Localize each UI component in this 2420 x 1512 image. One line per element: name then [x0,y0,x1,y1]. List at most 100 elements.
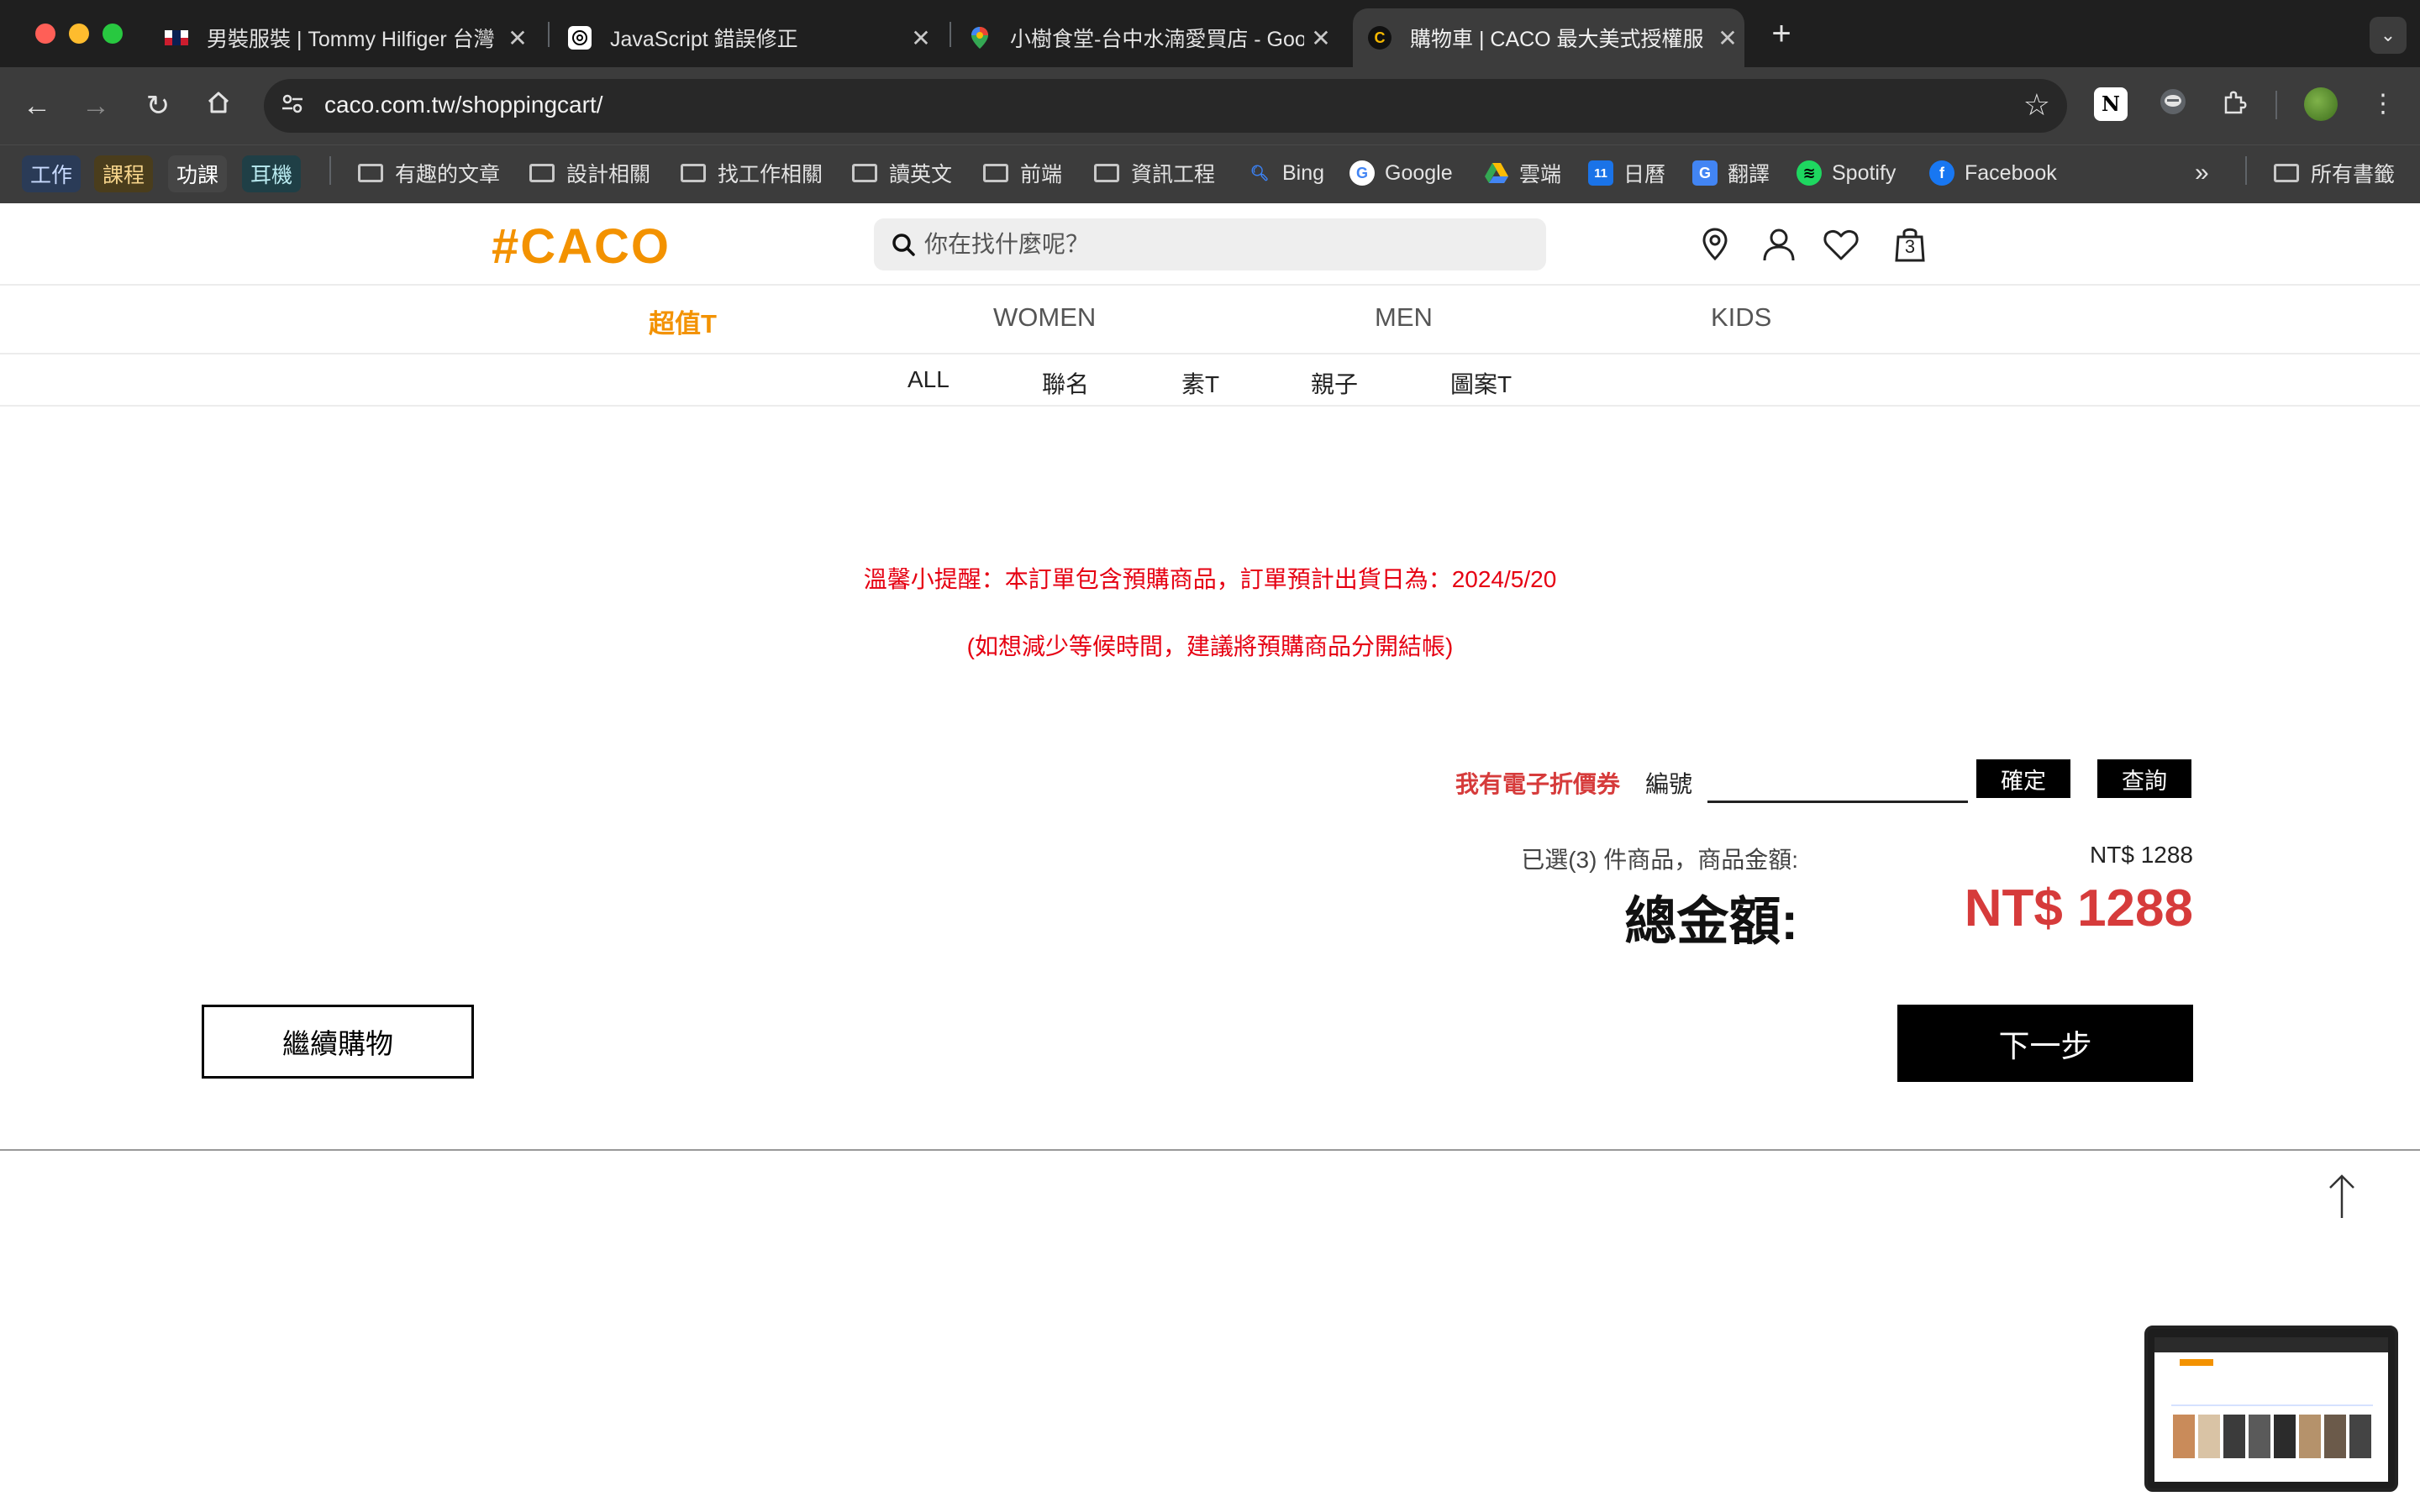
search-input[interactable] [924,218,1529,270]
profile-avatar[interactable] [2304,87,2338,121]
caco-logo[interactable]: #CACO [492,218,671,275]
site-settings-icon[interactable] [277,91,308,121]
bookmark-separator [329,156,331,185]
search-box [874,218,1546,270]
notion-icon[interactable]: N [2094,87,2128,121]
folder-label: 設計相關 [566,163,651,186]
all-bookmarks-button[interactable]: 所有書籤 [2274,156,2395,190]
bookmark-calendar[interactable]: 11 日曆 [1588,156,1665,190]
home-button[interactable] [198,86,239,126]
folder-icon [358,164,383,182]
close-tab-icon[interactable]: ✕ [1711,24,1744,52]
close-tab-icon[interactable]: ✕ [1304,24,1338,52]
close-tab-icon[interactable]: ✕ [904,24,938,52]
tab-title: 購物車 | CACO 最大美式授權服 [1410,28,1704,51]
tab-caco-cart[interactable]: C 購物車 | CACO 最大美式授權服 ✕ [1353,8,1744,67]
bookmark-spotify[interactable]: ≋ Spotify [1797,156,1896,190]
reload-button[interactable]: ↻ [138,86,178,126]
folder-label: 找工作相關 [718,163,823,186]
sub-nav: ALL 聯名 素T 親子 圖案T [0,354,2420,407]
folder-icon [983,164,1008,182]
subnav-plain-tees[interactable]: 素T [1181,366,1219,400]
tab-chatgpt[interactable]: JavaScript 錯誤修正 ✕ [568,8,938,67]
subnav-collab[interactable]: 聯名 [1042,366,1089,400]
minimize-window-button[interactable] [69,24,89,44]
subnav-graphic-tees[interactable]: 圖案T [1450,366,1512,400]
more-bookmarks-button[interactable]: » [2195,156,2209,190]
maximize-window-button[interactable] [103,24,123,44]
folder-label: 有趣的文章 [395,163,501,186]
bookmark-folder-fun-articles[interactable]: 有趣的文章 [358,156,500,190]
browser-menu-icon[interactable]: ⋮ [2366,87,2400,121]
tab-separator [950,22,951,47]
subnav-all[interactable]: ALL [908,366,950,393]
bookmark-tag-homework[interactable]: 功課 [168,155,228,192]
coupon-confirm-button[interactable]: 確定 [1976,759,2070,798]
folder-icon [529,164,555,182]
thumbnail-image [2154,1337,2388,1482]
bookmark-tag-headphones[interactable]: 耳機 [242,155,302,192]
tag-label: 耳機 [242,155,302,192]
bookmark-star-icon[interactable]: ☆ [2023,87,2050,123]
nav-kids[interactable]: KIDS [1711,302,1771,333]
continue-shopping-button[interactable]: 繼續購物 [202,1005,474,1079]
footer-divider [0,1149,2420,1151]
bookmark-translate[interactable]: G 翻譯 [1692,156,1770,190]
bookmark-bing[interactable]: 🔍︎ Bing [1247,156,1324,190]
bookmark-google[interactable]: G Google [1349,156,1453,190]
new-tab-button[interactable]: + [1765,15,1798,53]
preorder-notice: 溫馨小提醒：本訂單包含預購商品，訂單預計出貨日為：2024/5/20 [863,566,1557,592]
tab-search-button[interactable]: ⌄ [2370,17,2407,54]
bookmark-folder-design[interactable]: 設計相關 [529,156,650,190]
nav-value-tees[interactable]: 超值T [649,302,717,340]
close-tab-icon[interactable]: ✕ [501,24,534,52]
bookmark-folder-cs[interactable]: 資訊工程 [1094,156,1215,190]
screenshot-thumbnail-preview[interactable] [2144,1326,2398,1492]
bookmark-tag-course[interactable]: 課程 [94,155,154,192]
next-step-button[interactable]: 下一步 [1897,1005,2193,1082]
drive-icon [1484,160,1509,186]
address-bar[interactable]: caco.com.tw/shoppingcart/ ☆ [264,79,2067,133]
close-window-button[interactable] [35,24,55,44]
subtotal-amount: NT$ 1288 [2090,842,2193,868]
tag-label: 功課 [168,155,228,192]
store-location-icon[interactable] [1696,225,1734,264]
caco-icon: C [1368,26,1392,50]
subnav-family[interactable]: 親子 [1311,366,1358,400]
folder-label: 讀英文 [889,163,953,186]
browser-chrome: 男裝服裝 | Tommy Hilfiger 台灣 ✕ JavaScript 錯誤… [0,0,2420,203]
extensions-icon[interactable] [2217,87,2250,121]
bookmark-folder-frontend[interactable]: 前端 [983,156,1062,190]
coupon-code-input[interactable] [1707,758,1968,803]
tab-maps[interactable]: 小樹食堂-台中水湳愛買店 - Goo ✕ [968,8,1338,67]
folder-icon [681,164,706,182]
bookmark-facebook[interactable]: f Facebook [1929,156,2057,190]
bookmark-label: 翻譯 [1728,163,1770,186]
translate-icon: G [1692,160,1718,186]
back-button[interactable]: ← [17,86,57,126]
bookmark-tag-work[interactable]: 工作 [22,155,82,192]
search-icon[interactable] [891,232,916,257]
bookmark-drive[interactable]: 雲端 [1484,156,1561,190]
browser-toolbar: ← → ↻ caco.com.tw/shoppingcart/ ☆ N ⋮ [0,67,2420,144]
tab-tommy[interactable]: 男裝服裝 | Tommy Hilfiger 台灣 ✕ [165,8,534,67]
forward-button[interactable]: → [76,86,116,126]
tommy-flag-icon [165,26,188,50]
nav-men[interactable]: MEN [1375,302,1433,333]
account-icon[interactable] [1760,225,1798,264]
wishlist-heart-icon[interactable] [1822,225,1860,264]
line-extension-icon[interactable] [2156,87,2190,121]
cart-button[interactable]: 3 [1891,225,1929,264]
coupon-query-button[interactable]: 查詢 [2097,759,2191,798]
bookmark-folder-english[interactable]: 讀英文 [852,156,952,190]
nav-women[interactable]: WOMEN [993,302,1096,333]
toolbar-separator [2275,91,2277,119]
preorder-suggestion: (如想減少等候時間，建議將預購商品分開結帳) [966,633,1454,659]
home-icon [208,92,229,113]
search-icon: 🔍︎ [1249,164,1270,181]
main-nav: 超值T WOMEN MEN KIDS [0,286,2420,354]
folder-icon [852,164,877,182]
folder-icon [2274,164,2299,182]
bookmark-folder-jobs[interactable]: 找工作相關 [681,156,823,190]
back-to-top-arrow-icon[interactable] [2321,1173,2363,1220]
